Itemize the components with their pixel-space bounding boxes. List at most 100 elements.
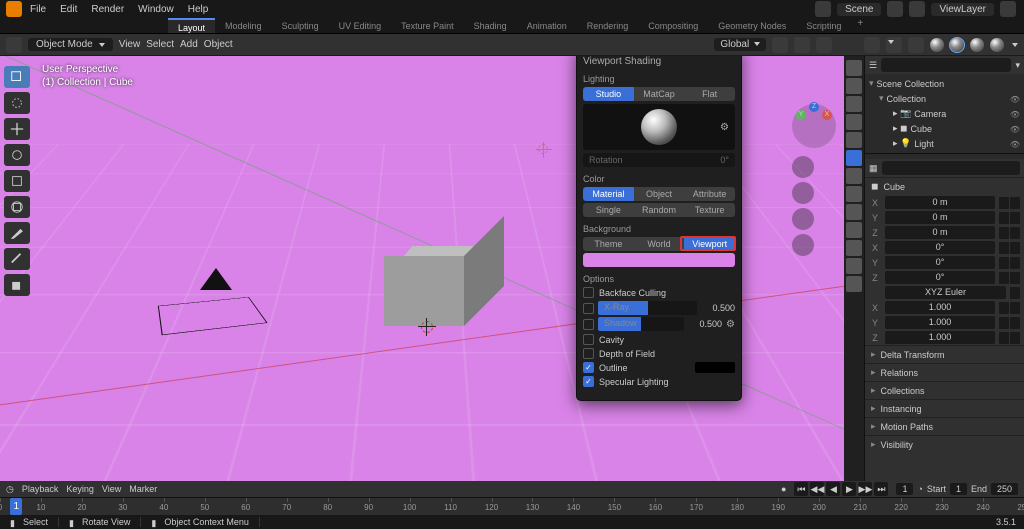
- bg-theme[interactable]: Theme: [583, 237, 634, 251]
- prop-section-instancing[interactable]: ▸ Instancing: [865, 399, 1024, 417]
- timeline-track[interactable]: 1 01020304050607080901001101201301401501…: [0, 497, 1024, 515]
- location-y[interactable]: Y0 m: [865, 210, 1024, 225]
- bg-viewport[interactable]: Viewport: [684, 237, 735, 251]
- ws-tab-layout[interactable]: Layout: [168, 18, 215, 33]
- prop-object-icon[interactable]: [846, 150, 862, 166]
- tool-transform[interactable]: [4, 196, 30, 218]
- clock-icon[interactable]: ◔: [917, 484, 922, 494]
- rotation-z[interactable]: Z0°: [865, 270, 1024, 285]
- ws-tab-shading[interactable]: Shading: [464, 18, 517, 33]
- play-icon[interactable]: ▶: [842, 482, 856, 496]
- scale-x[interactable]: X1.000: [865, 300, 1024, 315]
- menu-help[interactable]: Help: [188, 4, 209, 15]
- outline-color-swatch[interactable]: [695, 362, 735, 373]
- ws-tab-rendering[interactable]: Rendering: [577, 18, 639, 33]
- prop-section-relations[interactable]: ▸ Relations: [865, 363, 1024, 381]
- ws-tab-sculpting[interactable]: Sculpting: [272, 18, 329, 33]
- outliner-cube[interactable]: ▸ ◼Cube: [869, 121, 1020, 136]
- rot-mode[interactable]: XYZ Euler: [865, 285, 1024, 300]
- opt-specular[interactable]: Specular Lighting: [583, 376, 735, 387]
- ws-tab-uvediting[interactable]: UV Editing: [329, 18, 392, 33]
- hdr-add[interactable]: Add: [180, 39, 198, 50]
- opt-outline[interactable]: Outline: [583, 362, 735, 373]
- menu-window[interactable]: Window: [138, 4, 174, 15]
- light-object[interactable]: [538, 144, 548, 154]
- tl-keying[interactable]: Keying: [66, 484, 94, 494]
- shading-dropdown-arrow[interactable]: [1012, 43, 1018, 47]
- prop-output-icon[interactable]: [846, 78, 862, 94]
- outliner-filter-icon[interactable]: ▾: [1015, 60, 1020, 71]
- lighting-flat[interactable]: Flat: [684, 87, 735, 101]
- color-object[interactable]: Object: [634, 187, 685, 201]
- menu-file[interactable]: File: [30, 4, 46, 15]
- frame-start[interactable]: 1: [950, 483, 967, 495]
- ws-tab-texturepaint[interactable]: Texture Paint: [391, 18, 464, 33]
- color-attribute[interactable]: Attribute: [684, 187, 735, 201]
- shading-wireframe-icon[interactable]: [930, 38, 944, 52]
- prop-section-delta-transform[interactable]: ▸ Delta Transform: [865, 345, 1024, 363]
- opt-dof[interactable]: Depth of Field: [583, 348, 735, 359]
- prop-section-motion-paths[interactable]: ▸ Motion Paths: [865, 417, 1024, 435]
- lighting-matcap[interactable]: MatCap: [634, 87, 685, 101]
- tl-marker[interactable]: Marker: [129, 484, 157, 494]
- tool-select-box[interactable]: [4, 66, 30, 88]
- shadow-settings-icon[interactable]: ⚙: [726, 319, 735, 330]
- tool-scale[interactable]: [4, 170, 30, 192]
- prop-render-icon[interactable]: [846, 60, 862, 76]
- outliner-icon[interactable]: ☰: [869, 60, 877, 71]
- tl-view[interactable]: View: [102, 484, 121, 494]
- ws-tab-scripting[interactable]: Scripting: [796, 18, 851, 33]
- menu-render[interactable]: Render: [91, 4, 124, 15]
- ws-tab-animation[interactable]: Animation: [517, 18, 577, 33]
- opt-cavity[interactable]: Cavity: [583, 334, 735, 345]
- persp-ortho-icon[interactable]: [792, 234, 814, 256]
- rotation-field[interactable]: Rotation 0°: [583, 153, 735, 167]
- studio-settings-icon[interactable]: ⚙: [720, 122, 729, 133]
- jump-start-icon[interactable]: ⏮: [794, 482, 808, 496]
- frame-current[interactable]: 1: [896, 483, 913, 495]
- ws-tab-compositing[interactable]: Compositing: [638, 18, 708, 33]
- mode-selector[interactable]: Object Mode: [28, 38, 113, 51]
- editor-type-icon[interactable]: [6, 37, 22, 53]
- tl-playback[interactable]: Playback: [22, 484, 59, 494]
- prop-texture-icon[interactable]: [846, 276, 862, 292]
- tool-annotate[interactable]: [4, 222, 30, 244]
- scale-y[interactable]: Y1.000: [865, 315, 1024, 330]
- opt-shadow[interactable]: Shadow 0.500 ⚙: [583, 317, 735, 331]
- viewlayer-browse-icon[interactable]: [909, 1, 925, 17]
- camera-object[interactable]: [160, 286, 260, 342]
- prop-data-icon[interactable]: [846, 240, 862, 256]
- outliner-light[interactable]: ▸ 💡Light: [869, 136, 1020, 151]
- prop-viewlayer-icon[interactable]: [846, 96, 862, 112]
- shading-matprev-icon[interactable]: [970, 38, 984, 52]
- bg-color-swatch[interactable]: [583, 253, 735, 267]
- location-x[interactable]: X0 m: [865, 195, 1024, 210]
- tool-cursor[interactable]: [4, 92, 30, 114]
- 3d-viewport[interactable]: User Perspective (1) Collection | Cube: [0, 56, 844, 481]
- jump-end-icon[interactable]: ⏭: [874, 482, 888, 496]
- outliner-collection[interactable]: ▾Collection: [869, 91, 1020, 106]
- overlay-icon[interactable]: [886, 37, 902, 53]
- timeline-icon[interactable]: ◷: [6, 484, 14, 495]
- opt-backface[interactable]: Backface Culling: [583, 287, 735, 298]
- viewlayer-new-icon[interactable]: [1000, 1, 1016, 17]
- prop-section-visibility[interactable]: ▸ Visibility: [865, 435, 1024, 453]
- hdr-view[interactable]: View: [119, 39, 141, 50]
- prop-particle-icon[interactable]: [846, 186, 862, 202]
- zoom-gizmo-icon[interactable]: [792, 156, 814, 178]
- prop-constraint-icon[interactable]: [846, 222, 862, 238]
- rotation-y[interactable]: Y0°: [865, 255, 1024, 270]
- prev-key-icon[interactable]: ◀◀: [810, 482, 824, 496]
- prop-obj-name[interactable]: ◼ Cube: [865, 177, 1024, 195]
- prop-physics-icon[interactable]: [846, 204, 862, 220]
- scene-browse-icon[interactable]: [815, 1, 831, 17]
- autokey-icon[interactable]: ●: [781, 484, 786, 494]
- frame-end[interactable]: 250: [991, 483, 1018, 495]
- orbit-gizmo[interactable]: ZXY: [792, 104, 836, 148]
- rotation-x[interactable]: X0°: [865, 240, 1024, 255]
- shading-solid-icon[interactable]: [950, 38, 964, 52]
- pan-gizmo-icon[interactable]: [792, 182, 814, 204]
- location-z[interactable]: Z0 m: [865, 225, 1024, 240]
- outliner-search[interactable]: [881, 58, 1011, 72]
- shading-rendered-icon[interactable]: [990, 38, 1004, 52]
